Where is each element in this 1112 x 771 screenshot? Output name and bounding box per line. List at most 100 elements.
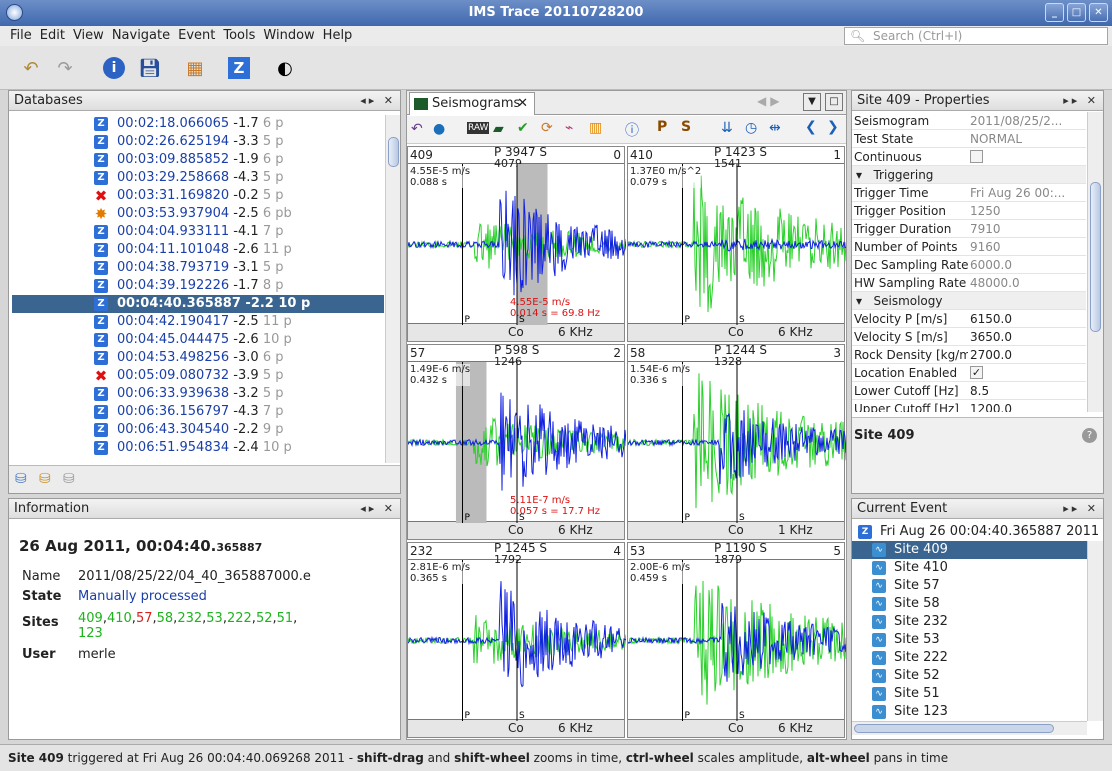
pick-s-icon[interactable]: S — [681, 119, 691, 135]
menu-window[interactable]: Window — [259, 26, 318, 46]
property-section[interactable]: ▾ Triggering — [852, 166, 1086, 184]
menu-event[interactable]: Event — [174, 26, 219, 46]
sort-icon[interactable]: ⇊ — [721, 120, 733, 136]
property-row[interactable]: Trigger Duration 7910 — [852, 220, 1086, 238]
panel-controls[interactable]: ▸▸ ✕ — [1063, 91, 1099, 111]
event-icon[interactable]: Z — [228, 57, 250, 79]
site-item[interactable]: ∿ Site 232 — [852, 613, 1087, 631]
collapse-icon[interactable]: ▾ — [856, 168, 862, 182]
site-item[interactable]: ∿ Site 410 — [852, 559, 1087, 577]
site-item[interactable]: ∿ Site 53 — [852, 631, 1087, 649]
site-item[interactable]: ∿ Site 51 — [852, 685, 1087, 703]
database-row[interactable]: Z 00:02:18.066065 -1.7 6 p — [12, 115, 384, 133]
waveform-chart[interactable]: PS — [628, 164, 846, 325]
event-root[interactable]: Z Fri Aug 26 00:04:40.365887 2011 — [852, 523, 1103, 541]
menu-view[interactable]: View — [69, 26, 108, 46]
horizontal-scrollbar[interactable] — [852, 721, 1087, 735]
remove-db-icon[interactable]: ⛁ — [63, 471, 75, 487]
database-row[interactable]: Z 00:04:40.365887 -2.2 10 p — [12, 295, 384, 313]
minimize-button[interactable]: _ — [1045, 3, 1064, 22]
database-scrollbar[interactable] — [385, 115, 400, 463]
database-row[interactable]: Z 00:03:29.258668 -4.3 5 p — [12, 169, 384, 187]
property-row[interactable]: Number of Points 9160 — [852, 238, 1086, 256]
info-icon[interactable]: i — [103, 57, 125, 79]
site-scrollbar[interactable] — [1087, 541, 1103, 721]
site-link[interactable]: 232 — [177, 611, 202, 626]
database-row[interactable]: Z 00:06:33.939638 -3.2 5 p — [12, 385, 384, 403]
maximize-tab-icon[interactable]: □ — [825, 93, 843, 111]
save-icon[interactable]: 💾︎ — [137, 55, 163, 81]
database-list[interactable]: Z 00:02:18.066065 -1.7 6 p Z 00:02:26.62519… — [12, 115, 384, 463]
help-icon[interactable]: ? — [1082, 428, 1097, 443]
database-row[interactable]: Z 00:06:43.304540 -2.2 9 p — [12, 421, 384, 439]
site-link[interactable]: 58 — [157, 611, 174, 626]
waveform-chart[interactable]: PS — [628, 560, 846, 721]
menu-tools[interactable]: Tools — [219, 26, 259, 46]
site-item[interactable]: ∿ Site 58 — [852, 595, 1087, 613]
seismogram-plot[interactable]: 409 P 3947 S 4079 0 Co 6 KHz P S 4.55E-5 m/s 0.08… — [407, 145, 626, 342]
menu-navigate[interactable]: Navigate — [108, 26, 174, 46]
property-row[interactable]: Trigger Position 1250 — [852, 202, 1086, 220]
database-row[interactable]: Z 00:06:36.156797 -4.3 7 p — [12, 403, 384, 421]
site-item[interactable]: ∿ Site 222 — [852, 649, 1087, 667]
back-icon[interactable]: ↶ — [411, 121, 423, 137]
site-link[interactable]: 409 — [78, 611, 103, 626]
property-row[interactable]: Upper Cutoff [Hz] 1200.0 — [852, 400, 1086, 412]
property-row[interactable]: Test State NORMAL — [852, 130, 1086, 148]
clock-icon[interactable]: ◷ — [745, 120, 757, 136]
property-row[interactable]: Velocity P [m/s] 6150.0 — [852, 310, 1086, 328]
pick-p-icon[interactable]: P — [657, 119, 667, 135]
database-row[interactable]: ✖ 00:05:09.080732 -3.9 5 p — [12, 367, 384, 385]
previous-icon[interactable]: ❮ — [805, 119, 817, 135]
beachball-icon[interactable]: ◐ — [272, 55, 298, 81]
next-icon[interactable]: ❯ — [827, 119, 839, 135]
tab-scroll-icon[interactable]: ◀▶ — [757, 94, 783, 108]
accept-icon[interactable]: ✔ — [517, 120, 529, 136]
site-item[interactable]: ∿ Site 409 — [852, 541, 1087, 559]
collapse-icon[interactable]: ▾ — [856, 294, 862, 308]
undo-icon[interactable]: ↶ — [18, 55, 44, 81]
database-row[interactable]: Z 00:04:04.933111 -4.1 7 p — [12, 223, 384, 241]
add-db-icon[interactable]: ⛁ — [15, 471, 27, 487]
database-row[interactable]: Z 00:06:51.954834 -2.4 10 p — [12, 439, 384, 457]
property-row[interactable]: Lower Cutoff [Hz] 8.5 — [852, 382, 1086, 400]
seismogram-plot[interactable]: 232 P 1245 S 1792 4 Co 6 KHz P S 2.81E-6 m/s 0.36… — [407, 541, 626, 738]
site-item[interactable]: ∿ Site 57 — [852, 577, 1087, 595]
waveform-chart[interactable]: PS — [628, 362, 846, 523]
seismogram-plot[interactable]: 57 P 598 S 1246 2 Co 6 KHz P S 1.49E-6 m/s 0.432 … — [407, 343, 626, 540]
database-row[interactable]: Z 00:04:45.044475 -2.6 10 p — [12, 331, 384, 349]
menu-file[interactable]: File — [6, 26, 36, 46]
property-row[interactable]: Continuous — [852, 148, 1086, 166]
panel-controls[interactable]: ▸▸ ✕ — [1063, 499, 1099, 519]
waveform-chart[interactable]: PS — [408, 560, 626, 721]
property-row[interactable]: Rock Density [kg/m^2700.0 — [852, 346, 1086, 364]
rotate-icon[interactable]: ⟳ — [541, 120, 553, 136]
globe-icon[interactable]: ● — [433, 121, 445, 137]
database-row[interactable]: ✖ 00:03:31.169820 -0.2 5 p — [12, 187, 384, 205]
seismogram-plot[interactable]: 410 P 1423 S 1541 1 Co 6 KHz P S 1.37E0 m/s^2 0.0… — [627, 145, 846, 342]
property-row[interactable]: Trigger Time Fri Aug 26 00:... — [852, 184, 1086, 202]
site-link[interactable]: 410 — [107, 611, 132, 626]
info-icon[interactable]: ⓘ — [625, 120, 639, 140]
database-row[interactable]: ✸ 00:03:53.937904 -2.5 6 pb — [12, 205, 384, 223]
database-row[interactable]: Z 00:04:53.498256 -3.0 6 p — [12, 349, 384, 367]
raw-icon[interactable]: RAW — [467, 122, 490, 134]
properties-scrollbar[interactable] — [1087, 112, 1103, 412]
search-input[interactable]: 🔍︎ Search (Ctrl+I) — [844, 27, 1108, 45]
property-row[interactable]: Seismogram 2011/08/25/2... — [852, 112, 1086, 130]
export-icon[interactable]: ▦ — [182, 55, 208, 81]
site-list[interactable]: ∿ Site 409 ∿ Site 410 ∿ Site 57 ∿ Site 58 ∿ Site … — [852, 541, 1087, 721]
site-link[interactable]: 23 — [86, 626, 103, 641]
property-row[interactable]: HW Sampling Rate [H48000.0 — [852, 274, 1086, 292]
trace-icon[interactable]: ▰ — [493, 121, 504, 137]
site-item[interactable]: ∿ Site 52 — [852, 667, 1087, 685]
property-row[interactable]: Velocity S [m/s] 3650.0 — [852, 328, 1086, 346]
site-link[interactable]: 222 — [227, 611, 252, 626]
site-link[interactable]: 51 — [277, 611, 294, 626]
close-tab-icon[interactable]: ✕ — [517, 93, 528, 114]
site-item[interactable]: ∿ Site 123 — [852, 703, 1087, 721]
site-link[interactable]: 57 — [136, 611, 153, 626]
align-icon[interactable]: ⇹ — [769, 120, 781, 136]
menu-help[interactable]: Help — [319, 26, 357, 46]
tab-list-icon[interactable]: ▼ — [803, 93, 821, 111]
